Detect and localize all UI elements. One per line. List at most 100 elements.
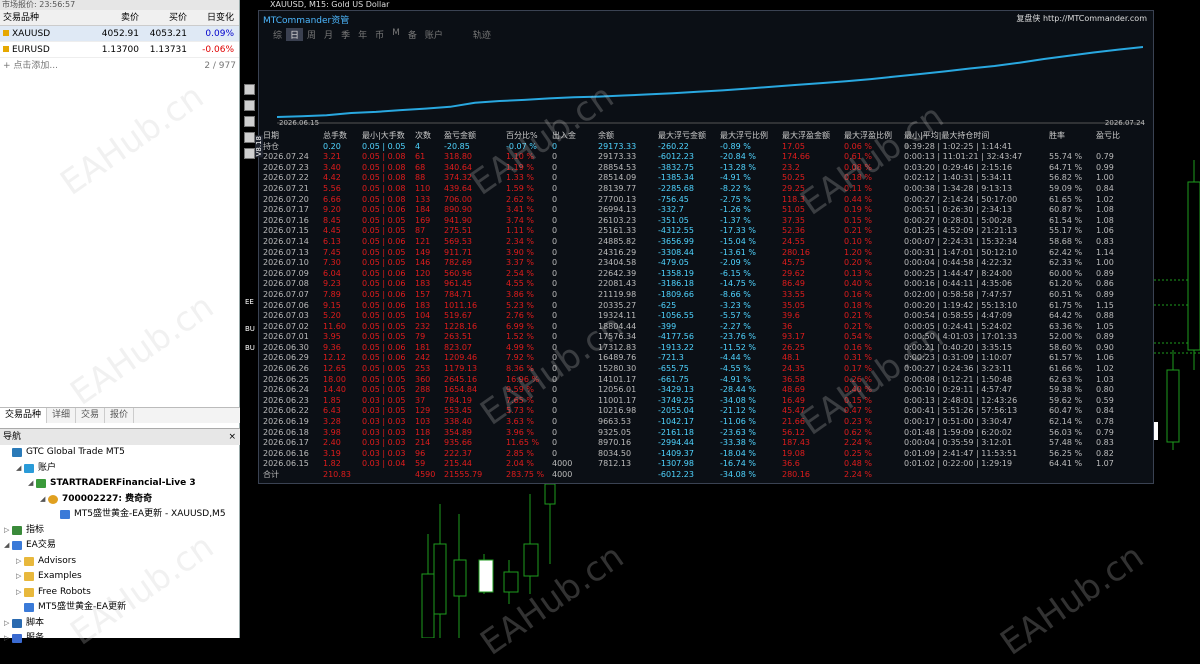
column-header[interactable]: 最大浮盈金额 — [782, 131, 844, 142]
panel-tab[interactable]: 日 — [286, 28, 304, 41]
expand-arrow-icon[interactable]: ◢ — [4, 538, 12, 554]
toolbar-icon[interactable] — [244, 132, 255, 143]
navigator-item[interactable]: ▷ 指标 — [0, 523, 240, 539]
column-header[interactable]: 盈亏金额 — [444, 131, 506, 142]
market-watch-row[interactable]: EURUSD 1.13700 1.13731 -0.06% — [0, 42, 239, 58]
navigator-item[interactable]: ▷ 脚本 — [0, 616, 240, 632]
table-row[interactable]: 2026.07.01 3.95 0.05 | 0.05 79 263.51 1.52 % 0… — [263, 332, 1143, 343]
toolbar-icon[interactable] — [244, 84, 255, 95]
column-header[interactable]: 最大浮亏比例 — [720, 131, 782, 142]
column-header[interactable]: 余额 — [598, 131, 658, 142]
table-row[interactable]: 2026.06.19 3.28 0.03 | 0.03 103 338.40 3.63 %… — [263, 417, 1143, 428]
navigator-item[interactable]: ◢ 700002227: 费奇奇 — [0, 492, 240, 508]
table-row[interactable]: 2026.06.29 12.12 0.05 | 0.06 242 1209.46 7.92… — [263, 353, 1143, 364]
market-watch-row[interactable]: XAUUSD 4052.91 4053.21 0.09% — [0, 26, 239, 42]
table-row[interactable]: 2026.06.22 6.43 0.03 | 0.05 129 553.45 5.73 %… — [263, 406, 1143, 417]
tab-ticks[interactable]: 报价 — [105, 408, 135, 423]
expand-arrow-icon[interactable]: ◢ — [28, 476, 36, 492]
col-symbol[interactable]: 交易品种 — [0, 10, 95, 25]
table-row[interactable]: 2026.07.10 7.30 0.05 | 0.05 146 782.69 3.37 %… — [263, 258, 1143, 269]
column-header[interactable]: 最大浮盈比例 — [844, 131, 904, 142]
column-header[interactable]: 盈亏比 — [1096, 131, 1136, 142]
navigator-item[interactable]: MT5盛世黄金-EA更新 - XAUUSD,M5 — [0, 507, 240, 523]
toolbar-icon[interactable] — [244, 148, 255, 159]
column-header[interactable]: 出入金 — [552, 131, 598, 142]
navigator-item[interactable]: ▷ 服务 — [0, 631, 240, 647]
add-symbol-row[interactable]: + 点击添加... 2 / 977 — [0, 58, 239, 74]
table-row[interactable]: 2026.06.24 14.40 0.05 | 0.05 288 1654.84 9.59… — [263, 385, 1143, 396]
navigator-item[interactable]: ▷ Examples — [0, 569, 240, 585]
navigator-item[interactable]: ▷ Advisors — [0, 554, 240, 570]
col-bid[interactable]: 卖价 — [95, 10, 143, 25]
table-row[interactable]: 2026.07.08 9.23 0.05 | 0.06 183 961.45 4.55 %… — [263, 279, 1143, 290]
table-row[interactable]: 2026.06.16 3.19 0.03 | 0.03 96 222.37 2.85 % 0… — [263, 449, 1143, 460]
close-icon[interactable]: × — [228, 429, 236, 445]
column-header[interactable]: 百分比% — [506, 131, 552, 142]
table-row[interactable]: 2026.06.26 12.65 0.05 | 0.05 253 1179.13 8.36… — [263, 364, 1143, 375]
table-row[interactable]: 2026.06.17 2.40 0.03 | 0.03 214 935.66 11.65 … — [263, 438, 1143, 449]
table-row[interactable]: 2026.07.06 9.15 0.05 | 0.06 183 1011.16 5.23 … — [263, 301, 1143, 312]
navigator-item[interactable]: ◢ STARTRADERFinancial-Live 3 — [0, 476, 240, 492]
panel-site[interactable]: 复盘侠 http://MTCommander.com — [1016, 13, 1147, 24]
table-row[interactable]: 2026.07.21 5.56 0.05 | 0.08 110 439.64 1.59 %… — [263, 184, 1143, 195]
table-row[interactable]: 2026.07.16 8.45 0.05 | 0.05 169 941.90 3.74 %… — [263, 216, 1143, 227]
table-row[interactable]: 2026.07.17 9.20 0.05 | 0.06 184 890.90 3.41 %… — [263, 205, 1143, 216]
table-row[interactable]: 2026.06.15 1.82 0.03 | 0.04 59 215.44 2.04 % 4… — [263, 459, 1143, 470]
navigator-item[interactable]: ◢ 账户 — [0, 461, 240, 477]
panel-tab[interactable]: 账户 — [421, 28, 447, 41]
table-row[interactable]: 2026.06.25 18.00 0.05 | 0.05 360 2645.16 16.9… — [263, 375, 1143, 386]
expand-arrow-icon[interactable]: ◢ — [40, 492, 48, 508]
tab-symbols[interactable]: 交易品种 — [0, 408, 48, 423]
column-header[interactable]: 次数 — [415, 131, 444, 142]
expand-arrow-icon[interactable]: ▷ — [16, 569, 24, 585]
panel-tab[interactable]: 季 — [337, 28, 354, 41]
panel-tab[interactable]: 综 — [269, 28, 286, 41]
table-row[interactable]: 2026.07.15 4.45 0.05 | 0.05 87 275.51 1.11 % 0… — [263, 226, 1143, 237]
panel-tab[interactable]: 备 — [404, 28, 421, 41]
column-header[interactable]: 最大浮亏金额 — [658, 131, 720, 142]
table-row[interactable]: 2026.07.22 4.42 0.05 | 0.08 88 374.32 1.33 % 0… — [263, 173, 1143, 184]
table-row[interactable]: 2026.07.13 7.45 0.05 | 0.05 149 911.71 3.90 %… — [263, 248, 1143, 259]
table-row[interactable]: 2026.07.03 5.20 0.05 | 0.05 104 519.67 2.76 %… — [263, 311, 1143, 322]
table-row[interactable]: 持仓 0.20 0.05 | 0.05 4 -20.85 -0.07 % 0 29173.33… — [263, 142, 1143, 153]
panel-tab[interactable]: M — [388, 28, 404, 41]
col-change[interactable]: 日变化 — [191, 10, 237, 25]
navigator-item[interactable]: ◢ EA交易 — [0, 538, 240, 554]
table-row[interactable]: 2026.07.14 6.13 0.05 | 0.06 121 569.53 2.34 %… — [263, 237, 1143, 248]
table-row[interactable]: 2026.06.18 3.98 0.03 | 0.03 118 354.89 3.96 %… — [263, 428, 1143, 439]
expand-arrow-icon[interactable]: ◢ — [16, 461, 24, 477]
panel-tab[interactable] — [447, 28, 469, 41]
column-header[interactable]: 日期 — [263, 131, 323, 142]
toolbar-icon[interactable] — [244, 116, 255, 127]
table-row[interactable]: 2026.07.02 11.60 0.05 | 0.05 232 1228.16 6.99… — [263, 322, 1143, 333]
navigator-item[interactable]: ▷ Free Robots — [0, 585, 240, 601]
table-row[interactable]: 2026.07.20 6.66 0.05 | 0.08 133 706.00 2.62 %… — [263, 195, 1143, 206]
table-row[interactable]: 2026.07.09 6.04 0.05 | 0.06 120 560.96 2.54 %… — [263, 269, 1143, 280]
navigator-item[interactable]: GTC Global Trade MT5 — [0, 445, 240, 461]
table-row[interactable]: 2026.06.23 1.85 0.03 | 0.05 37 784.19 7.65 % 0… — [263, 396, 1143, 407]
panel-tab[interactable]: 年 — [354, 28, 371, 41]
panel-tab[interactable]: 轨迹 — [469, 28, 495, 41]
table-row[interactable]: 2026.07.23 3.40 0.05 | 0.08 68 340.64 1.19 % 0… — [263, 163, 1143, 174]
column-header[interactable]: 最小|大手数 — [362, 131, 415, 142]
column-header[interactable]: 胜率 — [1049, 131, 1096, 142]
expand-arrow-icon[interactable]: ▷ — [4, 631, 12, 647]
expand-arrow-icon[interactable]: ▷ — [16, 585, 24, 601]
table-row[interactable]: 2026.06.30 9.36 0.05 | 0.06 181 823.07 4.99 %… — [263, 343, 1143, 354]
navigator-item[interactable]: MT5盛世黄金-EA更新 — [0, 600, 240, 616]
tab-trading[interactable]: 交易 — [76, 408, 106, 423]
toolbar-icon[interactable] — [244, 100, 255, 111]
col-ask[interactable]: 买价 — [143, 10, 191, 25]
add-symbol-label[interactable]: + 点击添加... — [3, 58, 58, 74]
table-row[interactable]: 2026.07.24 3.21 0.05 | 0.08 61 318.80 1.10 % 0… — [263, 152, 1143, 163]
panel-tab[interactable]: 周 — [303, 28, 320, 41]
table-row[interactable]: 2026.07.07 7.89 0.05 | 0.06 157 784.71 3.86 %… — [263, 290, 1143, 301]
column-header[interactable]: 总手数 — [323, 131, 362, 142]
expand-arrow-icon[interactable]: ▷ — [16, 554, 24, 570]
expand-arrow-icon[interactable]: ▷ — [4, 523, 12, 539]
panel-tab[interactable]: 月 — [320, 28, 337, 41]
panel-tab[interactable]: 币 — [371, 28, 388, 41]
tab-details[interactable]: 详细 — [47, 408, 77, 423]
column-header[interactable]: 最小|平均|最大持仓时间 — [904, 131, 1049, 142]
table-row[interactable]: 合计 210.83 4590 21555.79 283.75 % 4000 -6012.23… — [263, 470, 1143, 481]
